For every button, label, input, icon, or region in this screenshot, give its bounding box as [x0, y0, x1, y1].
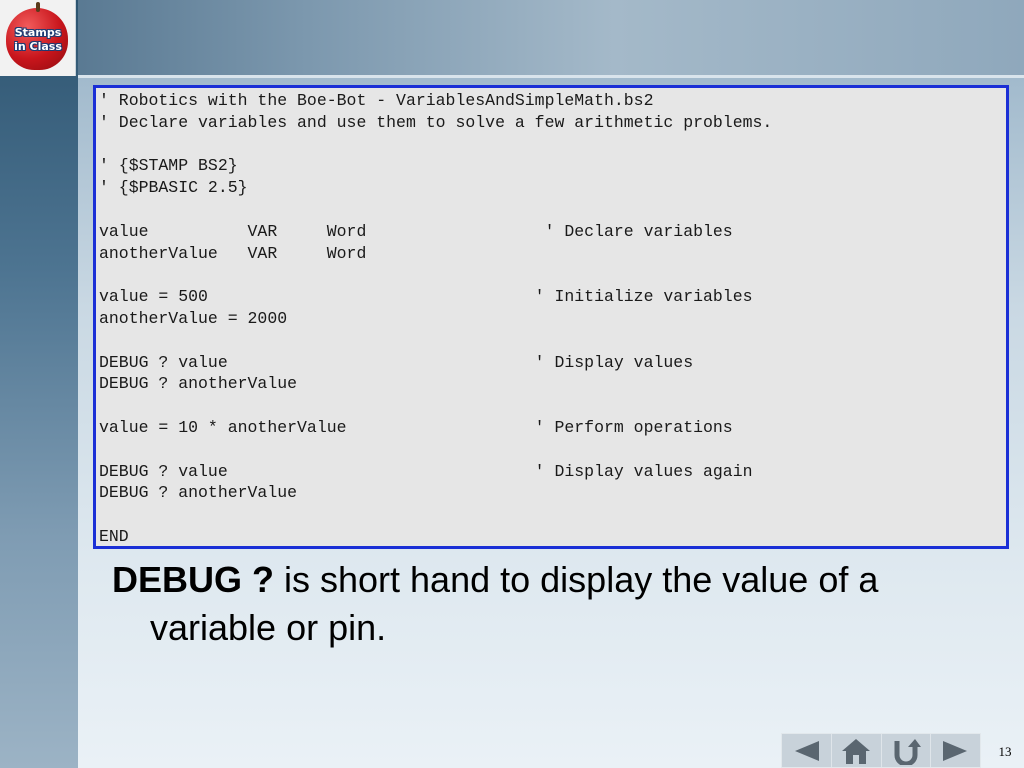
- code-line: DEBUG ? anotherValue: [99, 374, 298, 394]
- stamps-in-class-logo: Stamps in Class: [0, 0, 76, 76]
- caption-text-line2: variable or pin.: [150, 607, 387, 648]
- slide-caption: DEBUG ? is short hand to display the val…: [112, 556, 992, 652]
- next-slide-button[interactable]: [931, 734, 980, 767]
- caption-keyword: DEBUG ?: [112, 559, 274, 600]
- header-band: [0, 0, 1024, 78]
- code-line: ' Robotics with the Boe-Bot - VariablesA…: [99, 91, 654, 110]
- code-line: ' Declare variables and use them to solv…: [99, 112, 773, 132]
- apple-stem: [36, 2, 40, 12]
- caption-text: is short hand to display the value of a: [274, 559, 879, 600]
- apple-icon: [6, 8, 68, 70]
- return-icon: [894, 738, 921, 765]
- code-listing-panel: ' Robotics with the Boe-Bot - VariablesA…: [93, 85, 1009, 549]
- code-line: value = 10 * anotherValue ' Perform oper…: [99, 417, 733, 437]
- page-number: 13: [998, 744, 1012, 759]
- code-line: DEBUG ? value ' Display values again: [99, 461, 753, 481]
- home-button[interactable]: [832, 734, 882, 767]
- code-line: value VAR Word ' Declare variables: [99, 221, 733, 241]
- code-line: DEBUG ? value ' Display values: [99, 352, 694, 372]
- home-icon: [842, 738, 871, 764]
- previous-slide-button[interactable]: [782, 734, 832, 767]
- logo-text-line1: Stamps: [14, 26, 62, 39]
- left-sidebar-band: [0, 0, 78, 768]
- code-line: anotherValue = 2000: [99, 308, 288, 328]
- code-line: END: [99, 526, 129, 546]
- arrow-right-icon: [942, 740, 967, 761]
- code-line: anotherValue VAR Word: [99, 243, 367, 263]
- code-line: ' {$STAMP BS2}: [99, 156, 238, 176]
- code-line: DEBUG ? anotherValue: [99, 483, 298, 503]
- logo-text-line2: in Class: [14, 40, 62, 53]
- return-button[interactable]: [882, 734, 932, 767]
- slide-navigation: [781, 733, 981, 768]
- code-line: ' {$PBASIC 2.5}: [99, 178, 248, 198]
- code-line: value = 500 ' Initialize variables: [99, 287, 753, 307]
- arrow-left-icon: [795, 740, 820, 761]
